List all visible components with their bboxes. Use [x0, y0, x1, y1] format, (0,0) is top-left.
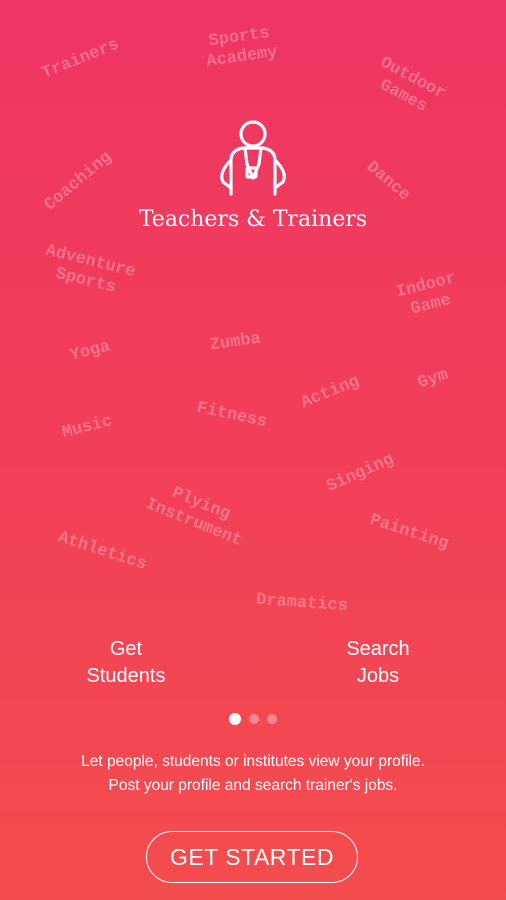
- bg-word-plying-instrument: Plying Instrument: [142, 483, 245, 551]
- bg-word-sports-academy: Sports Academy: [205, 23, 279, 72]
- bg-word-painting: Painting: [367, 510, 451, 555]
- bg-word-dramatics: Dramatics: [255, 590, 349, 617]
- bg-word-singing: Singing: [324, 450, 397, 497]
- page-dot-1[interactable]: [228, 713, 241, 725]
- bg-word-music: Music: [60, 412, 115, 443]
- bg-word-yoga: Yoga: [68, 337, 113, 366]
- trainer-icon: [220, 120, 286, 196]
- page-dot-2[interactable]: [249, 714, 259, 724]
- app-logo: [0, 118, 506, 198]
- description-line-1: Let people, students or institutes view …: [81, 753, 425, 770]
- bg-word-outdoor-games: Outdoor Games: [376, 53, 449, 117]
- bg-word-fitness: Fitness: [194, 398, 269, 433]
- bg-word-athletics: Athletics: [55, 528, 149, 575]
- get-started-button[interactable]: GET STARTED: [146, 831, 358, 883]
- bg-word-acting: Acting: [298, 372, 363, 413]
- bg-word-zumba: Zumba: [208, 329, 263, 356]
- description: Let people, students or institutes view …: [0, 750, 506, 798]
- page-indicator: [0, 711, 506, 729]
- feature-search-jobs: Search Jobs: [346, 638, 410, 687]
- description-line-2: Post your profile and search trainer's j…: [108, 777, 398, 794]
- feature-get-students: Get Students: [86, 638, 166, 687]
- bg-word-trainers: Trainers: [39, 35, 123, 84]
- bg-word-adventure-sports: Adventure Sports: [43, 241, 138, 298]
- bg-word-indoor-game: Indoor Game: [394, 269, 459, 320]
- bg-word-gym: Gym: [415, 365, 451, 394]
- app-title: Teachers & Trainers: [138, 207, 368, 232]
- page-dot-3[interactable]: [267, 714, 278, 724]
